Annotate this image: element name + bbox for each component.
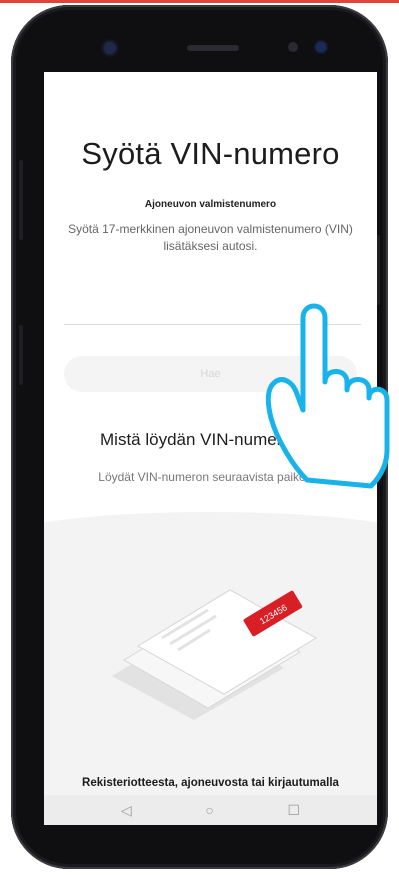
illustration-caption: Rekisteriotteesta, ajoneuvosta tai kirja… (82, 777, 339, 789)
home-icon[interactable]: ○ (205, 802, 213, 818)
top-accent-bar (0, 0, 399, 3)
volume-button (19, 160, 23, 240)
page-title: Syötä VIN-numero (81, 136, 340, 171)
back-icon[interactable]: ◁ (121, 802, 132, 819)
registration-document-illustration: 123456 (112, 589, 317, 720)
page-description: Syötä 17-merkkinen ajoneuvon valmistenum… (68, 222, 353, 253)
iris-sensor (316, 42, 326, 52)
tap-hand-icon (265, 303, 390, 489)
front-camera (104, 42, 116, 54)
earpiece-speaker (187, 45, 239, 51)
bixby-button (19, 325, 23, 385)
proximity-sensor (288, 42, 298, 52)
phone-top-hardware (11, 5, 388, 65)
android-nav-bar: ◁ ○ ☐ (44, 795, 377, 825)
page-subtitle: Ajoneuvon valmistenumero (144, 199, 277, 210)
recents-icon[interactable]: ☐ (288, 802, 301, 819)
